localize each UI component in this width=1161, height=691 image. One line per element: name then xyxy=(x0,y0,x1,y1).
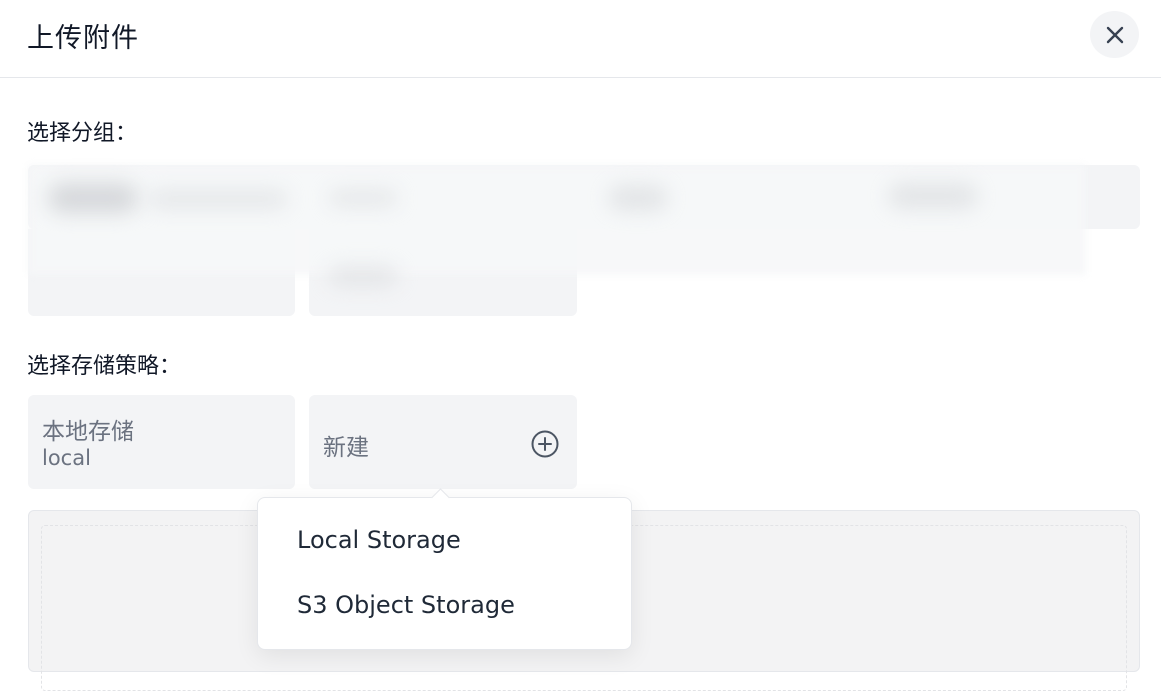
close-button[interactable] xyxy=(1090,11,1139,58)
policy-name: 本地存储 xyxy=(42,419,134,445)
policy-section-label: 选择存储策略： xyxy=(27,354,182,379)
dialog-header: 上传附件 xyxy=(0,0,1161,78)
redacted-blob xyxy=(888,183,978,209)
dialog-title: 上传附件 xyxy=(27,23,139,54)
close-icon xyxy=(1106,26,1124,44)
policy-sub: local xyxy=(42,446,91,470)
group-selector[interactable] xyxy=(28,165,1140,316)
new-policy-label: 新建 xyxy=(323,435,369,461)
redacted-blob xyxy=(328,265,398,287)
new-policy-dropdown: Local Storage S3 Object Storage xyxy=(257,488,632,650)
menu-item-local-storage[interactable]: Local Storage xyxy=(297,526,461,554)
new-policy-button[interactable]: 新建 xyxy=(309,395,577,489)
dropdown-arrow xyxy=(431,488,450,507)
redacted-blob xyxy=(328,189,398,207)
redacted-overlay xyxy=(28,165,1086,275)
redacted-blob xyxy=(48,183,138,213)
policy-card-local[interactable]: 本地存储 local xyxy=(28,395,295,489)
menu-item-s3-object-storage[interactable]: S3 Object Storage xyxy=(297,591,515,619)
redacted-blob xyxy=(608,185,668,211)
group-section-label: 选择分组： xyxy=(27,121,138,146)
plus-circle-icon xyxy=(531,430,559,458)
redacted-blob xyxy=(148,189,288,209)
